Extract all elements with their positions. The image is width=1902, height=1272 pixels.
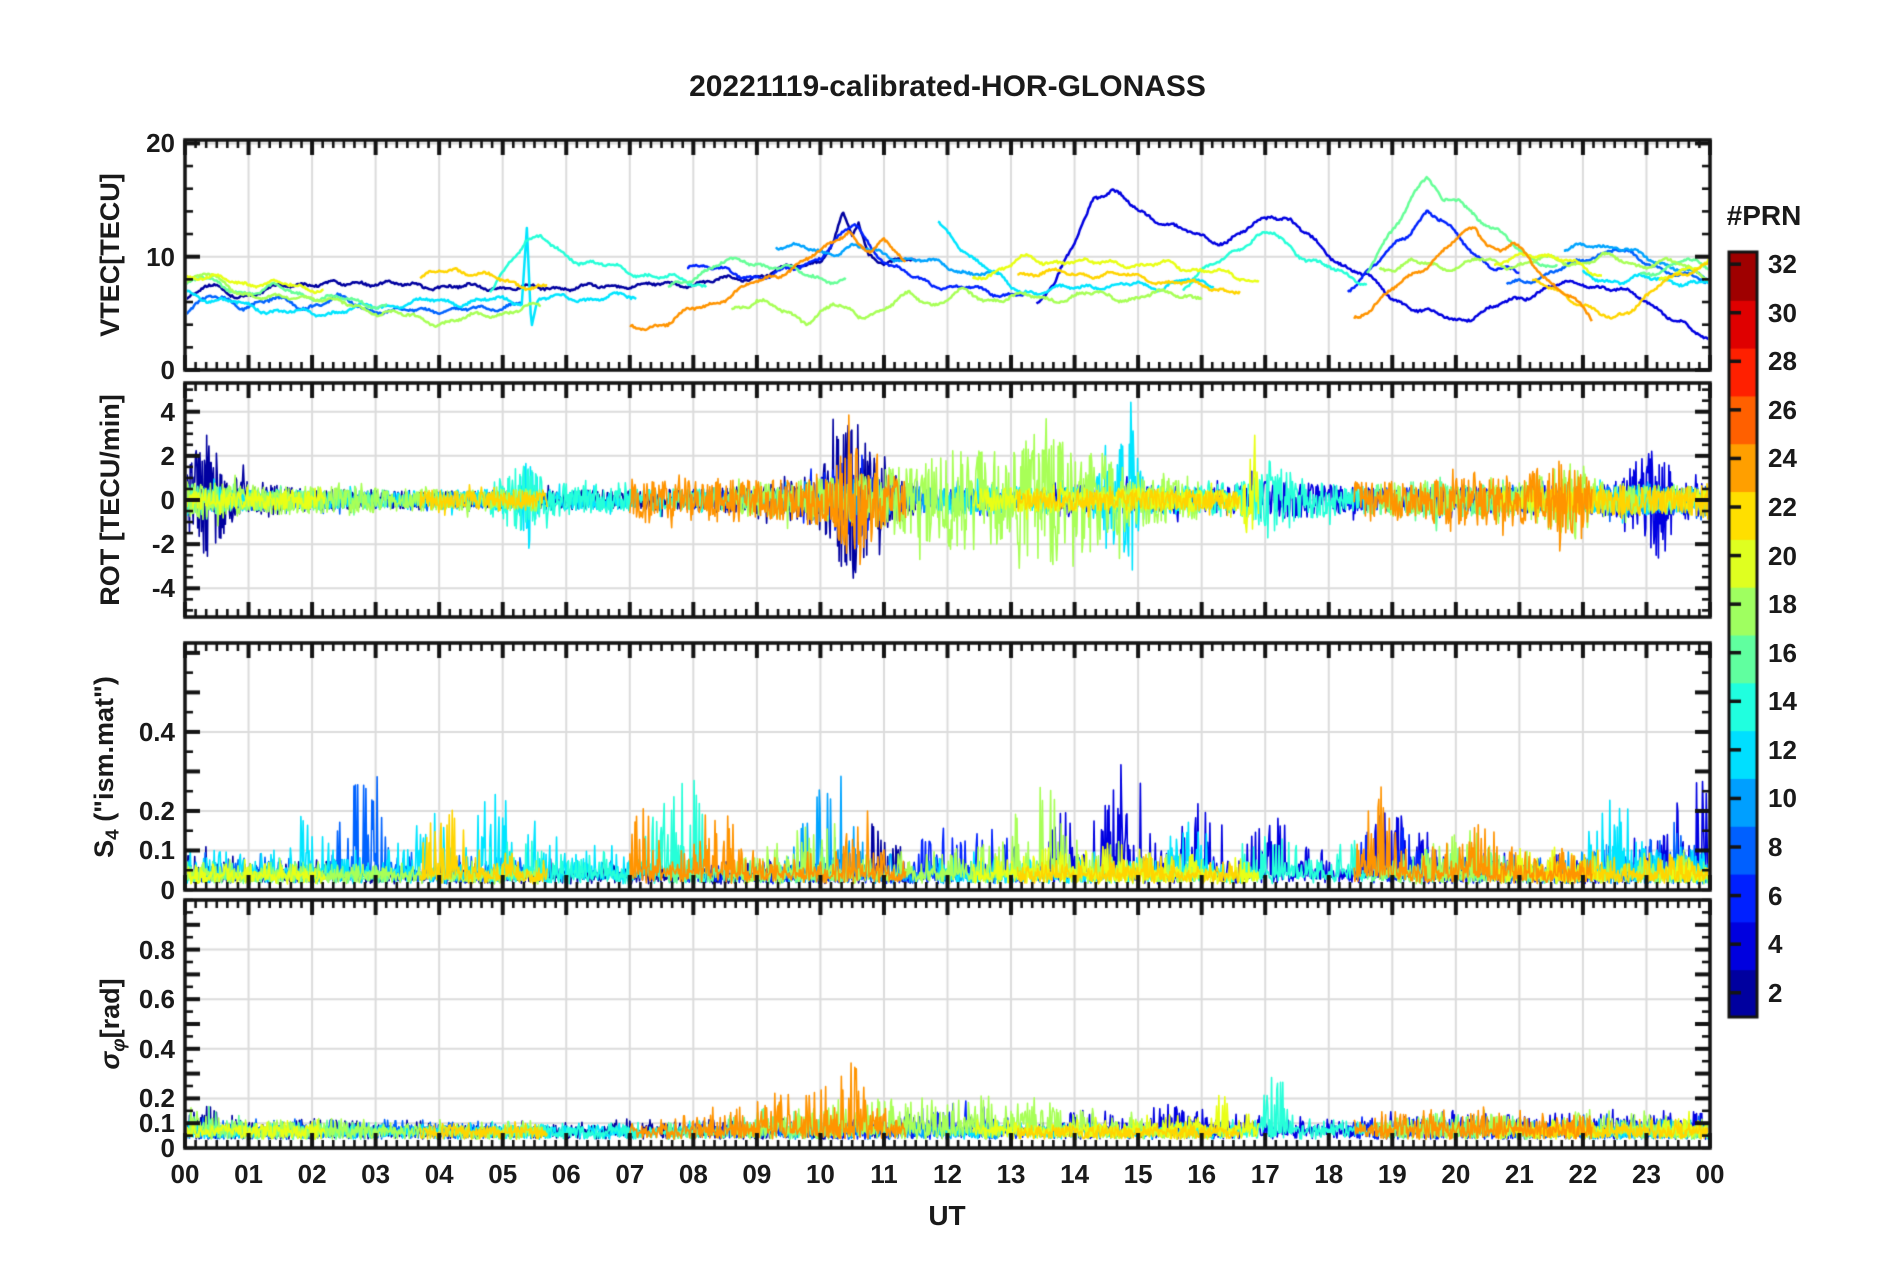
x-tick-label: 03 — [361, 1159, 391, 1189]
x-tick-label: 22 — [1568, 1159, 1598, 1189]
chart-title: 20221119-calibrated-HOR-GLONASS — [689, 70, 1206, 103]
colorbar-tick-label: 2 — [1768, 977, 1783, 1008]
colorbar-tick-label: 6 — [1768, 880, 1783, 911]
x-tick-label: 00 — [170, 1159, 200, 1189]
colorbar-tick-label: 32 — [1768, 249, 1797, 280]
x-tick-label: 15 — [1123, 1159, 1153, 1189]
colorbar-tick-label: 28 — [1768, 346, 1797, 377]
x-tick-label: 12 — [933, 1159, 962, 1189]
x-tick-label: 02 — [297, 1159, 327, 1189]
x-tick-label: 20 — [1441, 1159, 1471, 1189]
x-tick-label: 09 — [742, 1159, 772, 1189]
x-tick-label: 08 — [678, 1159, 708, 1189]
colorbar-tick-label: 16 — [1768, 637, 1797, 668]
x-tick-label: 17 — [1250, 1159, 1280, 1189]
figure-root: 20221119-calibrated-HOR-GLONASS UT #PRN … — [0, 0, 1902, 1272]
x-tick-label: 05 — [488, 1159, 518, 1189]
x-tick-label: 06 — [551, 1159, 581, 1189]
x-tick-label: 19 — [1377, 1159, 1407, 1189]
colorbar-tick-label: 8 — [1768, 832, 1783, 862]
x-tick-label: 00 — [1695, 1159, 1725, 1189]
colorbar-tick-label: 14 — [1768, 686, 1797, 717]
y-axis-label-sigma: σφ[rad] — [95, 978, 130, 1070]
x-tick-label: 10 — [805, 1159, 835, 1189]
colorbar-tick-label: 10 — [1768, 783, 1797, 814]
colorbar-tick-label: 30 — [1768, 297, 1797, 328]
colorbar-tick-label: 12 — [1768, 734, 1797, 765]
x-tick-label: 11 — [870, 1159, 898, 1189]
x-tick-label: 21 — [1504, 1159, 1534, 1189]
x-tick-label: 04 — [424, 1159, 454, 1189]
colorbar-tick-label: 24 — [1768, 443, 1797, 474]
x-tick-label: 01 — [234, 1159, 263, 1189]
x-tick-label: 13 — [996, 1159, 1026, 1189]
colorbar-tick-label: 22 — [1768, 492, 1797, 522]
colorbar-tick-label: 20 — [1768, 540, 1797, 571]
x-tick-label: 16 — [1187, 1159, 1217, 1189]
x-tick-label: 07 — [615, 1159, 645, 1189]
colorbar-title: #PRN — [1726, 200, 1802, 231]
plot-canvas — [0, 0, 1902, 1272]
x-tick-label: 14 — [1060, 1159, 1090, 1189]
colorbar-tick-label: 4 — [1768, 929, 1783, 960]
colorbar-tick-label: 26 — [1768, 394, 1797, 425]
x-tick-label: 18 — [1314, 1159, 1344, 1189]
x-axis-label: UT — [928, 1200, 966, 1231]
colorbar-tick-label: 18 — [1768, 589, 1797, 620]
x-tick-label: 23 — [1631, 1159, 1661, 1189]
